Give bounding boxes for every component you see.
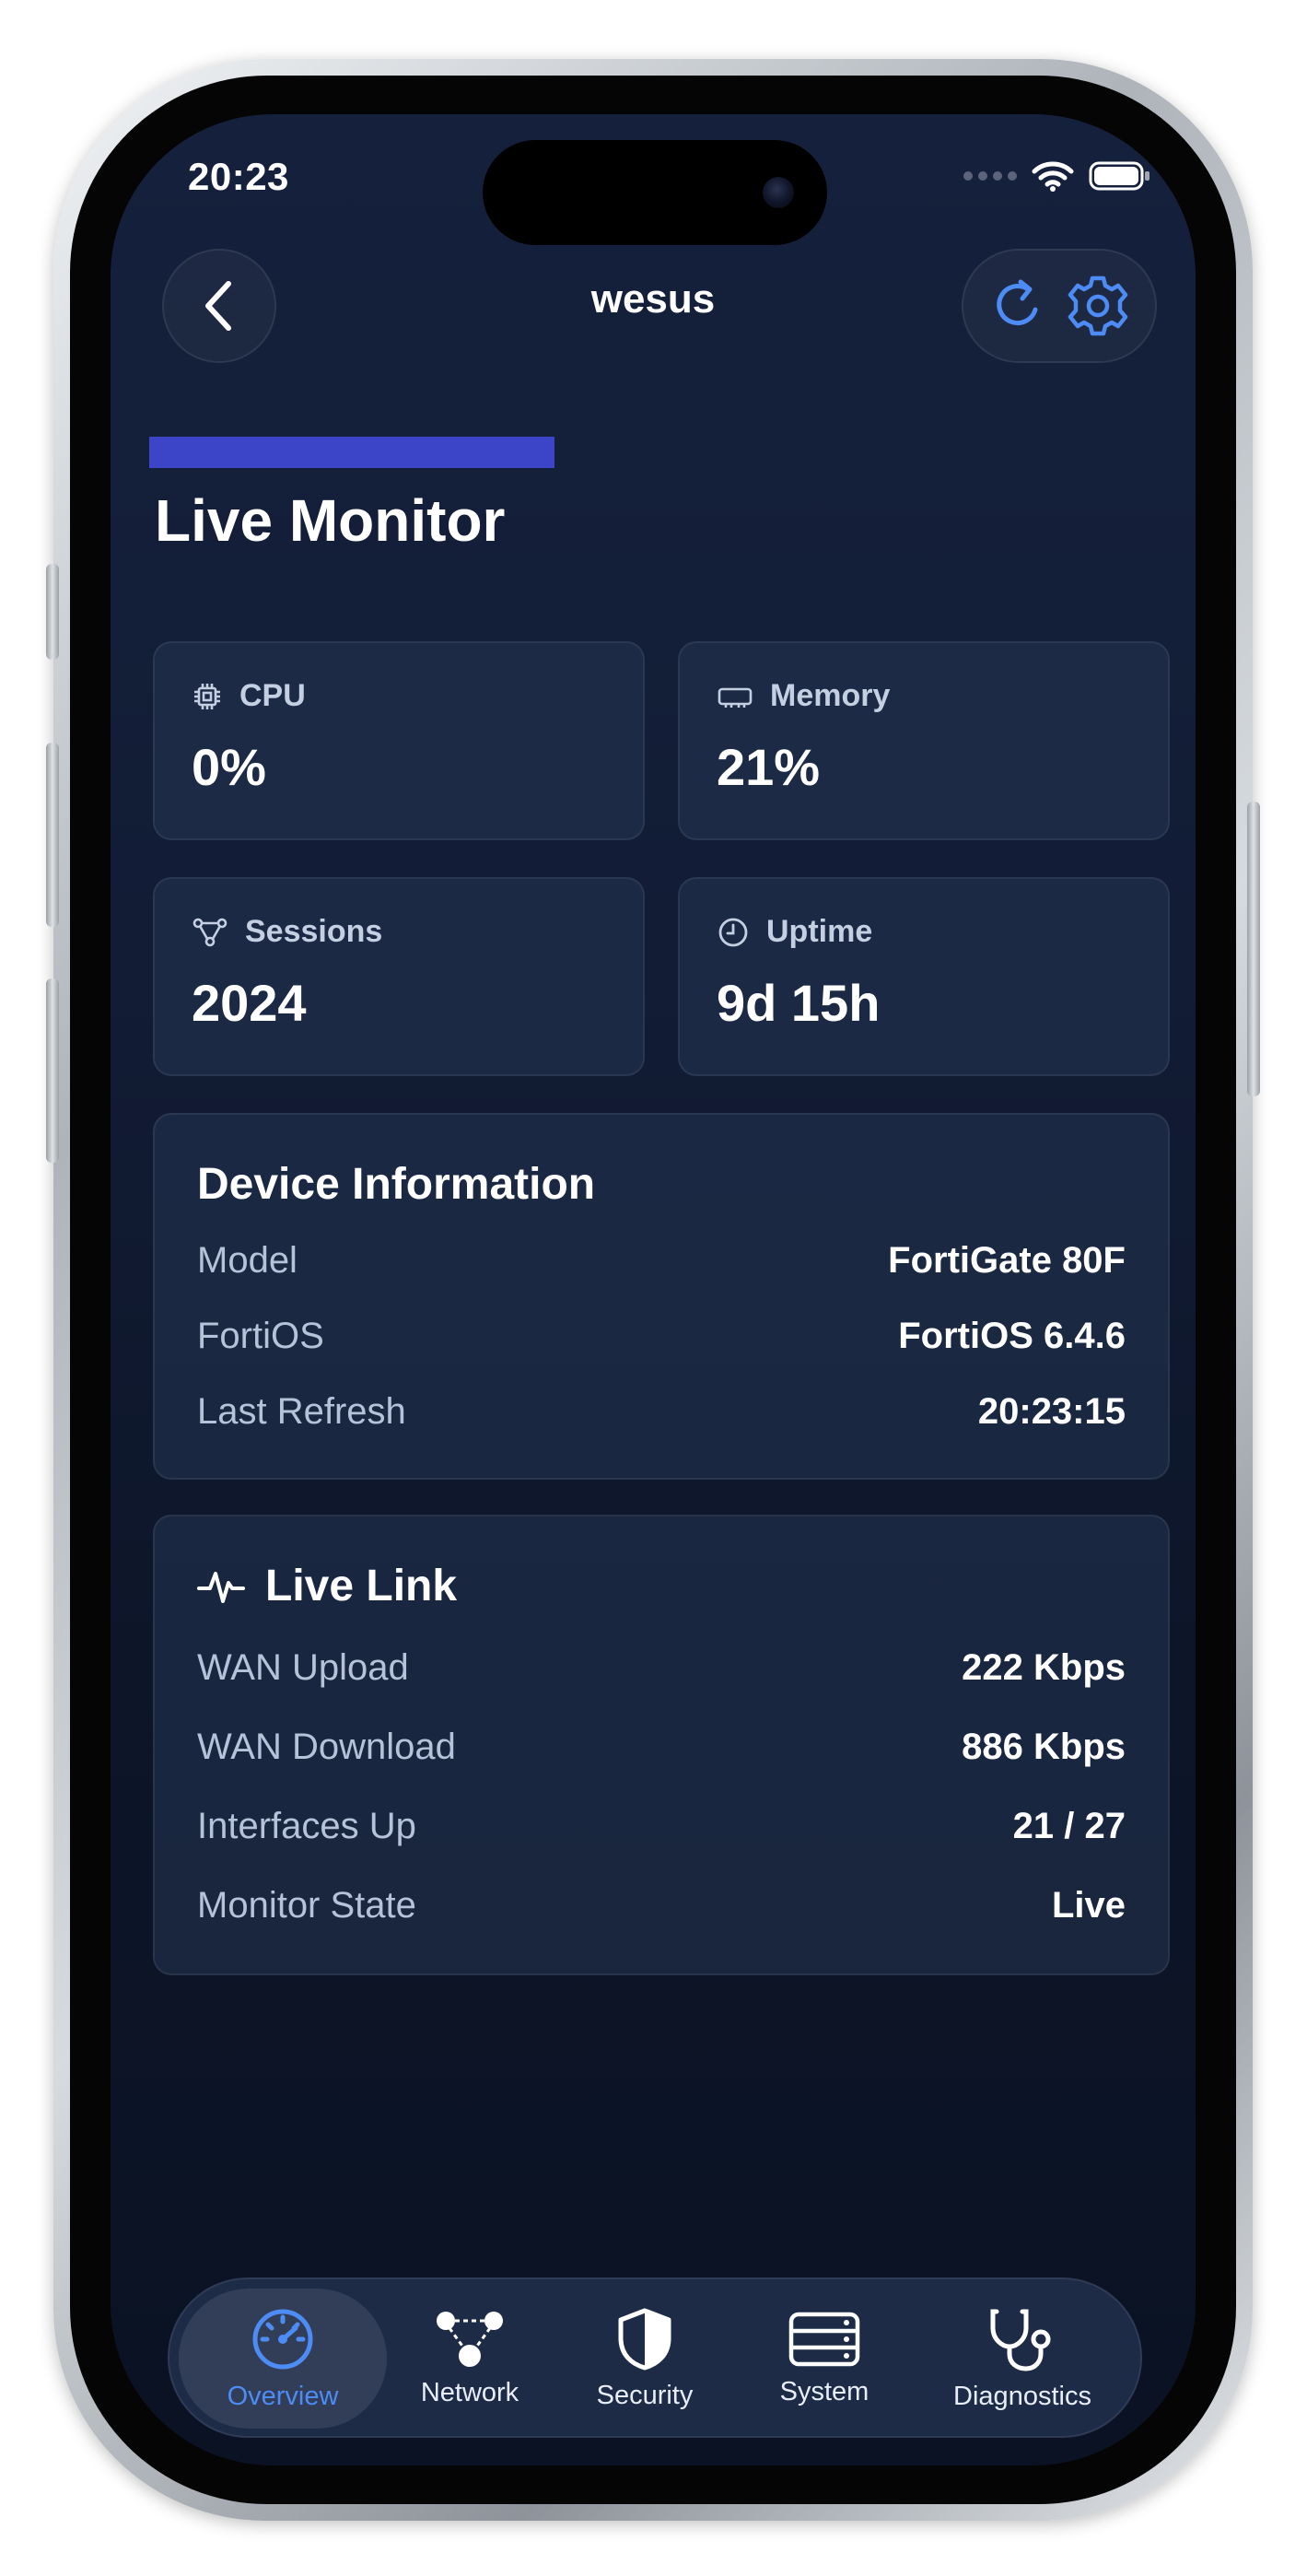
cpu-label-row: CPU (192, 678, 306, 714)
link-row-wan-download: WAN Download 886 Kbps (197, 1727, 1126, 1768)
device-info-title: Device Information (197, 1160, 596, 1209)
info-value: 20:23:15 (977, 1391, 1126, 1432)
link-row-interfaces-up: Interfaces Up 21 / 27 (197, 1806, 1126, 1847)
link-row-wan-upload: WAN Upload 222 Kbps (197, 1647, 1126, 1689)
dynamic-island (483, 140, 827, 245)
info-value: FortiGate 80F (888, 1240, 1126, 1281)
memory-icon (718, 687, 753, 708)
info-label: FortiOS (197, 1316, 324, 1356)
link-value: 21 / 27 (1012, 1806, 1126, 1846)
memory-label-row: Memory (717, 678, 890, 714)
redacted-subtitle (149, 437, 554, 468)
sessions-card: Sessions 2024 (153, 877, 645, 1076)
info-row-last-refresh: Last Refresh 20:23:15 (197, 1391, 1126, 1433)
server-icon (788, 2312, 860, 2366)
signal-icon (963, 171, 1017, 181)
uptime-card: Uptime 9d 15h (678, 877, 1170, 1076)
tab-security[interactable]: Security (553, 2289, 737, 2429)
network-icon (437, 2311, 503, 2367)
info-label: Model (197, 1240, 298, 1281)
cpu-label: CPU (239, 678, 306, 713)
tab-bar: Overview Network Security System Diagnos… (168, 2277, 1142, 2438)
camera-icon (763, 177, 794, 208)
info-label: Last Refresh (197, 1391, 406, 1432)
nav-actions (962, 249, 1157, 363)
memory-value: 21% (717, 738, 821, 796)
uptime-value: 9d 15h (717, 974, 881, 1032)
link-label: Interfaces Up (197, 1806, 416, 1846)
device-info-card: Device Information Model FortiGate 80F F… (153, 1113, 1170, 1480)
power-button (1247, 802, 1260, 1096)
sessions-label: Sessions (245, 914, 383, 949)
tab-label: Network (420, 2377, 519, 2407)
page-title: Live Monitor (155, 487, 506, 554)
tab-label: Overview (227, 2381, 339, 2411)
info-value: FortiOS 6.4.6 (898, 1316, 1126, 1356)
link-value: Live (1051, 1885, 1126, 1926)
status-time: 20:23 (188, 155, 289, 198)
link-row-monitor-state: Monitor State Live (197, 1885, 1126, 1926)
gauge-icon (252, 2309, 313, 2369)
volume-down-button (46, 978, 59, 1163)
stethoscope-icon (990, 2309, 1051, 2371)
gear-icon[interactable] (1065, 273, 1131, 339)
live-link-title: Live Link (265, 1562, 458, 1610)
link-label: WAN Download (197, 1727, 456, 1767)
tab-label: Diagnostics (953, 2381, 1091, 2411)
live-link-card: Live Link WAN Upload 222 Kbps WAN Downlo… (153, 1515, 1170, 1975)
uptime-label: Uptime (766, 914, 873, 949)
tab-diagnostics[interactable]: Diagnostics (912, 2289, 1133, 2429)
info-row-model: Model FortiGate 80F (197, 1240, 1126, 1282)
tab-system[interactable]: System (737, 2289, 912, 2429)
wifi-icon (1032, 161, 1074, 192)
cpu-card: CPU 0% (153, 641, 645, 840)
memory-card: Memory 21% (678, 641, 1170, 840)
app-screen: 20:23 wesus Live Monitor CPU 0% Memory 2… (111, 114, 1196, 2465)
live-link-title-row: Live Link (197, 1561, 457, 1611)
battery-icon (1089, 161, 1149, 191)
sessions-label-row: Sessions (192, 914, 382, 950)
action-button (46, 564, 59, 660)
refresh-icon[interactable] (987, 275, 1050, 337)
link-label: Monitor State (197, 1885, 416, 1926)
pulse-icon (197, 1571, 245, 1603)
shield-icon (618, 2308, 671, 2370)
sessions-network-icon (193, 918, 228, 946)
tab-label: Security (596, 2380, 694, 2410)
uptime-label-row: Uptime (717, 914, 872, 950)
clock-icon (718, 918, 748, 946)
sessions-value: 2024 (192, 974, 307, 1032)
cpu-value: 0% (192, 738, 266, 796)
tab-label: System (779, 2376, 869, 2406)
link-label: WAN Upload (197, 1647, 409, 1688)
memory-label: Memory (770, 678, 891, 713)
tab-overview[interactable]: Overview (179, 2289, 387, 2429)
tab-network[interactable]: Network (387, 2289, 553, 2429)
cpu-chip-icon (194, 683, 220, 709)
volume-up-button (46, 743, 59, 927)
info-row-fortios: FortiOS FortiOS 6.4.6 (197, 1316, 1126, 1357)
link-value: 222 Kbps (962, 1647, 1126, 1688)
link-value: 886 Kbps (962, 1727, 1126, 1767)
status-indicators (963, 160, 1151, 192)
